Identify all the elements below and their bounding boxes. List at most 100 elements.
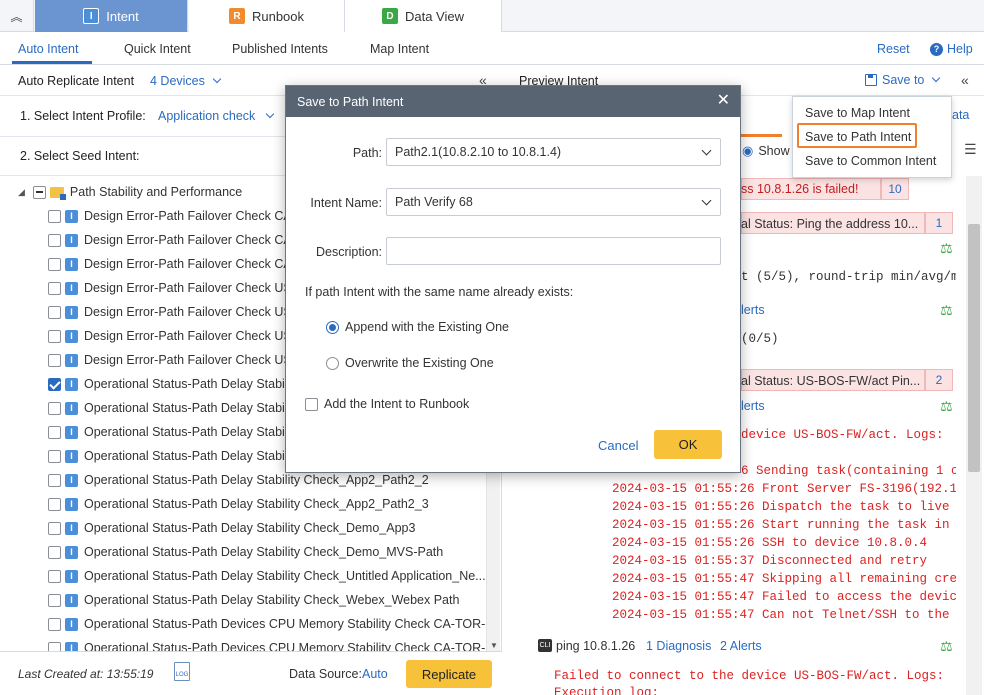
close-icon[interactable]: ✕ bbox=[717, 92, 730, 110]
balance-scale-icon[interactable]: ⚖ bbox=[940, 302, 953, 319]
seed-intent-checkbox[interactable] bbox=[48, 257, 61, 271]
data-source-value[interactable]: Auto bbox=[362, 667, 388, 681]
seed-intent-checkbox[interactable] bbox=[48, 569, 61, 583]
seed-intent-checkbox[interactable] bbox=[48, 593, 61, 607]
tab-data-view[interactable]: D Data View bbox=[345, 0, 502, 32]
alert-row-2-text: al Status: Ping the address 10... bbox=[741, 217, 919, 231]
seed-intent-row[interactable]: I Operational Status-Path Delay Stability… bbox=[48, 492, 486, 516]
seed-intent-checkbox[interactable] bbox=[48, 545, 61, 559]
ok-button[interactable]: OK bbox=[654, 430, 722, 459]
menu-lines-icon[interactable]: ☰ bbox=[964, 141, 977, 158]
intent-name-select[interactable]: Path Verify 68 bbox=[386, 188, 721, 216]
seed-intent-checkbox[interactable] bbox=[48, 305, 61, 319]
alert-row-3-count[interactable]: 2 bbox=[925, 369, 953, 391]
devices-dropdown[interactable]: 4 Devices bbox=[150, 74, 222, 88]
show-toggle[interactable]: ◉ Show bbox=[742, 143, 790, 159]
log-line: 2024-03-15 01:55:26 Dispatch the task to… bbox=[612, 500, 956, 514]
tree-root-checkbox[interactable] bbox=[32, 185, 46, 199]
seed-intent-checkbox[interactable] bbox=[48, 521, 61, 535]
seed-intent-checkbox[interactable] bbox=[48, 377, 61, 391]
log-line: 2024-03-15 01:55:37 Disconnected and ret… bbox=[612, 554, 928, 568]
seed-intent-checkbox[interactable] bbox=[48, 617, 61, 631]
radio-append[interactable] bbox=[326, 320, 339, 334]
intent-profile-select[interactable]: Application check bbox=[158, 109, 275, 123]
left-bottom-bar: Last Created at: 13:55:19 LOG Data Sourc… bbox=[0, 651, 502, 695]
seed-intent-checkbox[interactable] bbox=[48, 425, 61, 439]
balance-scale-icon[interactable]: ⚖ bbox=[940, 398, 953, 415]
log-line: 2024-03-15 01:55:26 SSH to device 10.8.0… bbox=[612, 536, 928, 550]
seed-intent-checkbox[interactable] bbox=[48, 233, 61, 247]
add-to-runbook-checkbox[interactable] bbox=[305, 397, 318, 411]
double-chevron-up-icon: ︽ bbox=[10, 9, 23, 24]
seed-intent-checkbox[interactable] bbox=[48, 449, 61, 463]
scroll-down-icon[interactable]: ▼ bbox=[490, 641, 498, 650]
chevron-down-icon bbox=[701, 145, 712, 156]
seed-intent-row[interactable]: I Operational Status-Path Devices CPU Mem… bbox=[48, 612, 486, 636]
alert-row-1-count[interactable]: 10 bbox=[881, 178, 909, 200]
replicate-button[interactable]: Replicate bbox=[406, 660, 492, 688]
help-link[interactable]: ? Help bbox=[930, 42, 973, 56]
add-to-runbook-row[interactable]: Add the Intent to Runbook bbox=[305, 397, 469, 411]
save-to-label: Save to bbox=[882, 73, 925, 87]
chevron-down-icon bbox=[701, 195, 712, 206]
description-label: Description: bbox=[316, 245, 382, 259]
scrollbar-thumb[interactable] bbox=[968, 224, 980, 472]
alerts-link-2[interactable]: lerts bbox=[741, 399, 765, 413]
chevron-down-icon bbox=[213, 74, 222, 84]
alert-row-2-count[interactable]: 1 bbox=[925, 212, 953, 234]
description-input[interactable] bbox=[386, 237, 721, 265]
menu-save-map-intent[interactable]: Save to Map Intent bbox=[805, 106, 910, 120]
intent-icon: I bbox=[65, 617, 78, 631]
option-overwrite-label: Overwrite the Existing One bbox=[345, 356, 494, 370]
reset-link[interactable]: Reset bbox=[877, 42, 910, 56]
intent-name-value: Path Verify 68 bbox=[395, 195, 473, 209]
intent-icon: I bbox=[65, 425, 78, 439]
subnav-published-intents[interactable]: Published Intents bbox=[232, 42, 328, 56]
balance-scale-icon[interactable]: ⚖ bbox=[940, 240, 953, 257]
option-overwrite[interactable]: Overwrite the Existing One bbox=[326, 356, 494, 370]
intent-icon: I bbox=[65, 257, 78, 271]
seed-intent-checkbox[interactable] bbox=[48, 401, 61, 415]
menu-save-common-intent[interactable]: Save to Common Intent bbox=[805, 154, 936, 168]
seed-intent-label: Design Error-Path Failover Check CA bbox=[84, 257, 292, 271]
cancel-button[interactable]: Cancel bbox=[598, 438, 638, 453]
path-select[interactable]: Path2.1(10.8.2.10 to 10.8.1.4) bbox=[386, 138, 721, 166]
seed-intent-row[interactable]: I Operational Status-Path Delay Stability… bbox=[48, 564, 486, 588]
log-line: 2024-03-15 01:55:47 Can not Telnet/SSH t… bbox=[612, 608, 956, 622]
data-link[interactable]: ata bbox=[952, 108, 969, 122]
seed-intent-label: Design Error-Path Failover Check CA bbox=[84, 233, 292, 247]
seed-intent-checkbox[interactable] bbox=[48, 209, 61, 223]
diagnosis-link[interactable]: 1 Diagnosis bbox=[646, 639, 711, 653]
subnav-quick-intent[interactable]: Quick Intent bbox=[124, 42, 191, 56]
tab-intent[interactable]: I Intent bbox=[35, 0, 188, 32]
seed-intent-row[interactable]: I Operational Status-Path Delay Stability… bbox=[48, 540, 486, 564]
seed-intent-row[interactable]: I Operational Status-Path Delay Stability… bbox=[48, 588, 486, 612]
seed-intent-checkbox[interactable] bbox=[48, 281, 61, 295]
folder-badge-icon bbox=[59, 193, 66, 200]
radio-overwrite[interactable] bbox=[326, 356, 339, 370]
seed-intent-checkbox[interactable] bbox=[48, 497, 61, 511]
intent-name-label: Intent Name: bbox=[310, 196, 382, 210]
data-view-icon: D bbox=[381, 8, 398, 24]
seed-intent-label: Design Error-Path Failover Check US bbox=[84, 281, 292, 295]
collapse-right-icon[interactable]: « bbox=[961, 72, 969, 88]
subnav-auto-intent[interactable]: Auto Intent bbox=[18, 42, 78, 56]
save-to-dropdown[interactable]: Save to bbox=[865, 73, 941, 87]
subnav-map-intent[interactable]: Map Intent bbox=[370, 42, 429, 56]
right-scrollbar[interactable] bbox=[966, 176, 982, 695]
alerts-link-3[interactable]: 2 Alerts bbox=[720, 639, 762, 653]
log-icon[interactable]: LOG bbox=[174, 662, 190, 681]
tab-runbook[interactable]: R Runbook bbox=[189, 0, 345, 32]
seed-intent-checkbox[interactable] bbox=[48, 329, 61, 343]
expand-triangle-icon[interactable]: ◢ bbox=[18, 187, 25, 198]
balance-scale-icon[interactable]: ⚖ bbox=[940, 638, 953, 655]
exec-log-line: Execution log: bbox=[554, 686, 660, 695]
seed-intent-checkbox[interactable] bbox=[48, 473, 61, 487]
seed-intent-checkbox[interactable] bbox=[48, 353, 61, 367]
seed-intent-label: Operational Status-Path Delay Stability … bbox=[84, 545, 444, 559]
last-created-text: Last Created at: 13:55:19 bbox=[18, 667, 154, 681]
alerts-link-1[interactable]: lerts bbox=[741, 303, 765, 317]
collapse-up-button[interactable]: ︽ bbox=[0, 0, 34, 32]
seed-intent-row[interactable]: I Operational Status-Path Delay Stability… bbox=[48, 516, 486, 540]
option-append[interactable]: Append with the Existing One bbox=[326, 320, 509, 334]
